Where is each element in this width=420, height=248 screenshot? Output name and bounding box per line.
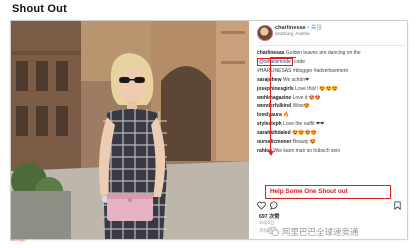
comment-text: Love this!! 😍😍😍	[295, 85, 338, 92]
comment-icon[interactable]	[270, 201, 279, 210]
watermark-text: 阿里巴巴全球速卖通	[282, 227, 359, 237]
comment-user[interactable]: wohlmagazine	[257, 95, 291, 101]
comment-list: charlinesas Golden leaves are dancing on…	[257, 49, 405, 156]
comment-text: code	[294, 58, 305, 65]
avatar[interactable]	[257, 25, 273, 41]
post-location[interactable]: Salzburg, Austria	[275, 31, 310, 36]
heart-icon[interactable]	[257, 201, 266, 210]
comment-text: Wie kann man so hübsch sein	[273, 147, 341, 154]
comment-user[interactable]: sarahkihdaled	[257, 130, 291, 136]
comment-user[interactable]: wonderfulkind	[257, 103, 291, 109]
username-row: charlinesas • 关注	[275, 23, 322, 31]
comment-item: lovelyaura 🔥	[257, 111, 405, 120]
comment-text: We schön❤	[282, 76, 310, 83]
comment-text: Love it 😍😍	[292, 94, 322, 101]
post-header: charlinesas • 关注 Salzburg, Austria	[257, 23, 409, 46]
bookmark-icon[interactable]	[393, 201, 402, 210]
comment-item: josephinesgirls Love this!! 😍😍😍	[257, 85, 405, 94]
comment-item: @whatismode code	[257, 57, 405, 67]
mention-highlight[interactable]: @whatismode	[257, 57, 293, 66]
comment-text: Love the outfit ❤❤	[283, 121, 325, 128]
comment-item: sarahkihdaled 😍😍😍😍	[257, 129, 405, 138]
comment-user[interactable]: ourselicmoner	[257, 139, 291, 145]
comment-text: Beauty 😍	[292, 139, 317, 146]
comment-item: wohlmagazine Love it 😍😍	[257, 94, 405, 103]
like-count[interactable]: 697 次赞	[259, 213, 279, 220]
annotation-arrow-top	[270, 57, 296, 58]
annotation-arrow-head	[268, 151, 274, 156]
photo-illustration	[11, 21, 249, 239]
instagram-post: charlinesas • 关注 Salzburg, Austria charl…	[10, 20, 409, 240]
comment-text: Wow😍	[292, 103, 310, 110]
comment-text: 😍😍😍😍	[292, 130, 317, 137]
comment-item: #HARLINESAS #blogger #advertisement	[257, 67, 405, 76]
annotation-arrow-line	[270, 57, 271, 153]
comment-text: 🔥	[283, 112, 290, 119]
comment-item: wonderfulkind Wow😍	[257, 102, 405, 111]
post-photo[interactable]	[11, 21, 249, 239]
comment-user[interactable]: charlinesas	[257, 50, 285, 56]
post-side-panel: charlinesas • 关注 Salzburg, Austria charl…	[253, 21, 409, 239]
comment-item: stylesteph Love the outfit ❤❤	[257, 120, 405, 129]
comment-item: sarajohew We schön❤	[257, 76, 405, 85]
wechat-icon	[268, 226, 279, 237]
slide: Shout Out charlinesas • 关注 Salzburg, Aus…	[0, 0, 420, 248]
comment-item: rahloe Wie kann man so hübsch sein	[257, 147, 405, 156]
comment-item: ourselicmoner Beauty 😍	[257, 138, 405, 147]
comment-text: Golden leaves are dancing on the	[285, 50, 361, 56]
header-divider	[259, 45, 409, 46]
comment-user[interactable]: josephinesgirls	[257, 86, 294, 92]
slide-title: Shout Out	[12, 3, 67, 15]
shout-out-callout: Help Some One Shout out	[265, 185, 391, 199]
post-actions	[257, 201, 405, 211]
corner-mark: Sell logo	[10, 237, 26, 242]
